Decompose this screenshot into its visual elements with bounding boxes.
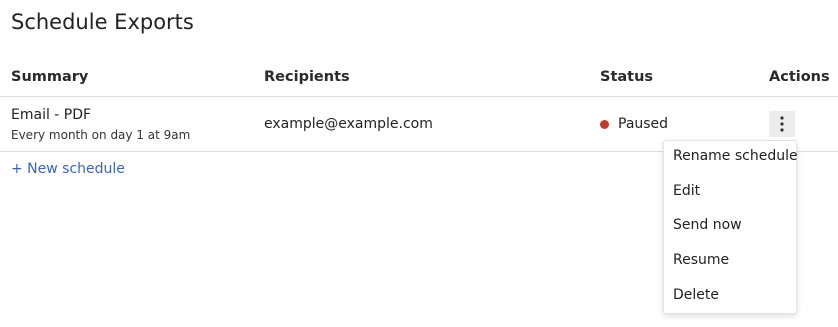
status-cell: Paused	[600, 116, 668, 132]
page-title: Schedule Exports	[11, 10, 194, 34]
summary-subtitle: Every month on day 1 at 9am	[11, 128, 191, 142]
actions-menu-button[interactable]	[769, 111, 795, 137]
recipients-value: example@example.com	[264, 116, 433, 132]
table-header: Summary Recipients Status Actions	[0, 60, 838, 97]
summary-title: Email - PDF	[11, 107, 92, 123]
menu-item-edit[interactable]: Edit	[673, 183, 700, 199]
kebab-icon	[780, 116, 784, 132]
header-actions: Actions	[769, 69, 830, 85]
header-recipients: Recipients	[264, 69, 350, 85]
header-summary: Summary	[11, 69, 89, 85]
header-status: Status	[600, 69, 654, 85]
new-schedule-link[interactable]: + New schedule	[11, 161, 125, 177]
schedule-exports-page: Schedule Exports Summary Recipients Stat…	[0, 0, 838, 327]
status-label: Paused	[618, 116, 669, 132]
actions-dropdown-menu: Rename schedule Edit Send now Resume Del…	[663, 140, 798, 314]
menu-item-send-now[interactable]: Send now	[673, 217, 742, 233]
menu-item-resume[interactable]: Resume	[673, 252, 729, 268]
menu-item-delete[interactable]: Delete	[673, 287, 719, 303]
status-dot-icon	[600, 119, 609, 129]
menu-item-rename-schedule[interactable]: Rename schedule	[673, 148, 798, 164]
